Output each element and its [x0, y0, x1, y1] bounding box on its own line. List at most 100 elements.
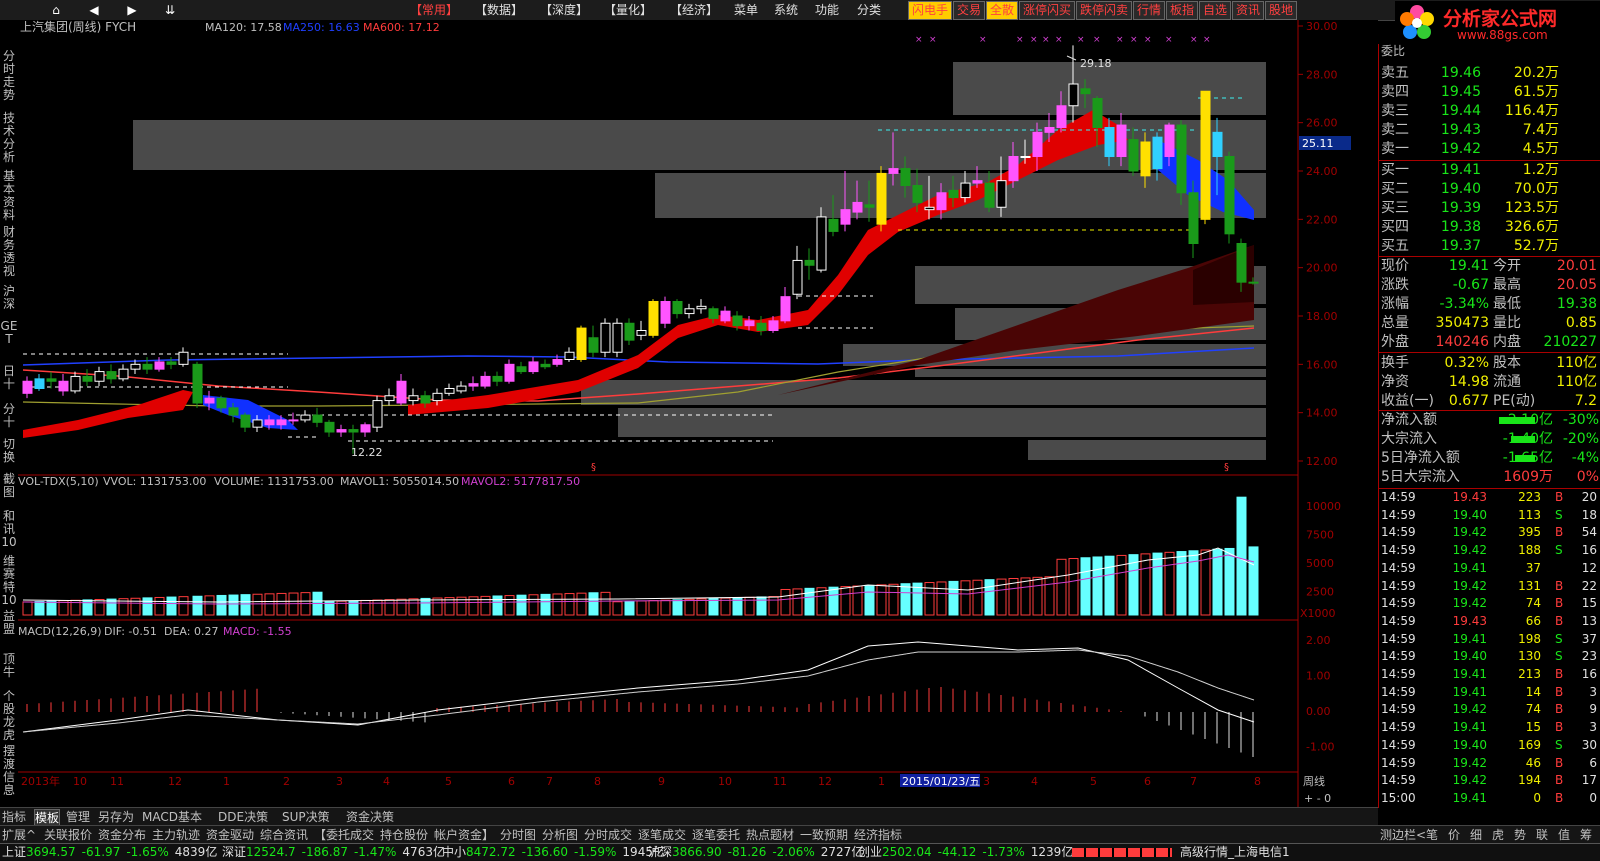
sidebar-item-15[interactable]: 摆渡信息: [0, 745, 18, 797]
right-tab-4[interactable]: 虎: [1492, 827, 1504, 843]
extension-tab-10[interactable]: 分析图: [542, 827, 578, 843]
time-axis-label: 2015/01/23/五: [902, 775, 980, 788]
sidebar-item-3[interactable]: 财务透视: [0, 226, 18, 278]
right-tab-8[interactable]: 筹: [1580, 827, 1592, 843]
quick-button-3[interactable]: 涨停闪买: [1019, 1, 1076, 20]
quick-button-2[interactable]: 全散: [986, 1, 1019, 20]
extension-tab-5[interactable]: 综合资讯: [260, 827, 308, 843]
quick-button-1[interactable]: 交易: [953, 1, 986, 20]
quick-button-9[interactable]: 股地: [1265, 1, 1298, 20]
extension-tab-8[interactable]: 帐户资金】: [434, 827, 494, 843]
extension-tab-0[interactable]: 扩展^: [2, 827, 36, 843]
tick-row: 15:00 19.41 0 B 0: [1379, 790, 1600, 808]
quick-button-5[interactable]: 行情: [1133, 1, 1166, 20]
index-quote-4[interactable]: 创业2502.04 -44.12 -1.73% 1239亿: [858, 844, 1073, 861]
tick-side: S: [1555, 631, 1563, 646]
index-quote-2[interactable]: 中小8472.72 -136.60 -1.59% 1945亿: [442, 844, 665, 861]
index-quote-0[interactable]: 上证3694.57 -61.97 -1.65% 4839亿: [2, 844, 217, 861]
right-tab-3[interactable]: 细: [1470, 827, 1482, 843]
volume-bar: [780, 588, 791, 616]
quick-button-7[interactable]: 自选: [1199, 1, 1232, 20]
indicator-tab-0[interactable]: 指标: [2, 809, 26, 825]
quick-button-6[interactable]: 板指: [1166, 1, 1199, 20]
menu-item-5[interactable]: 菜单: [734, 2, 758, 18]
sidebar-item-5[interactable]: GET: [0, 320, 18, 346]
extension-tab-1[interactable]: 关联报价: [44, 827, 92, 843]
menu-item-7[interactable]: 功能: [815, 2, 839, 18]
stat-label: 今开: [1493, 258, 1521, 274]
back-icon[interactable]: ◀: [82, 2, 106, 18]
indicator-tab-3[interactable]: 另存为: [98, 809, 134, 825]
index-quote-1[interactable]: 深证12524.7 -186.87 -1.47% 4763亿: [222, 844, 445, 861]
sidebar-item-11[interactable]: 维赛特10: [0, 555, 18, 607]
extension-tab-13[interactable]: 逐笔委托: [692, 827, 740, 843]
sidebar-item-10[interactable]: 和讯10: [0, 510, 18, 549]
quick-button-4[interactable]: 跌停闪卖: [1076, 1, 1133, 20]
period-label[interactable]: 周线: [1303, 774, 1325, 788]
sidebar-item-7[interactable]: 分十: [0, 403, 18, 429]
indicator-tab-4[interactable]: MACD基本: [142, 809, 202, 825]
indicator-tab-6[interactable]: SUP决策: [282, 809, 330, 825]
right-tab-6[interactable]: 联: [1536, 827, 1548, 843]
menu-item-0[interactable]: 【常用】: [410, 2, 458, 18]
extension-tab-15[interactable]: 一致预期: [800, 827, 848, 843]
price-axis-label: 16.00: [1306, 358, 1338, 371]
collapse-icon[interactable]: ⇊: [158, 2, 182, 18]
right-tab-0[interactable]: 测边栏<: [1380, 827, 1426, 843]
candle-body: [22, 380, 33, 394]
sidebar-item-13[interactable]: 顶牛: [0, 653, 18, 679]
menu-item-3[interactable]: 【量化】: [604, 2, 652, 18]
indicator-tab-5[interactable]: DDE决策: [218, 809, 268, 825]
sidebar-item-6[interactable]: 日十: [0, 365, 18, 391]
quick-button-8[interactable]: 资讯: [1232, 1, 1265, 20]
tick-row: 14:59 19.42 131 B 22: [1379, 578, 1600, 596]
menu-item-2[interactable]: 【深度】: [540, 2, 588, 18]
tick-count: 23: [1581, 649, 1597, 664]
candle-body: [768, 320, 779, 332]
extension-tab-16[interactable]: 经济指标: [854, 827, 902, 843]
tick-price: 19.41: [1452, 631, 1487, 646]
forward-icon[interactable]: ▶: [120, 2, 144, 18]
sidebar-item-9[interactable]: 截图: [0, 473, 18, 499]
right-tab-2[interactable]: 价: [1448, 827, 1460, 843]
stat-label: 外盘: [1381, 334, 1409, 350]
right-tab-1[interactable]: 笔: [1426, 827, 1438, 843]
menu-item-1[interactable]: 【数据】: [475, 2, 523, 18]
volume-bar: [648, 600, 659, 616]
sidebar-item-14[interactable]: 个股龙虎: [0, 690, 18, 742]
extension-tab-14[interactable]: 热点题材: [746, 827, 794, 843]
sidebar-item-12[interactable]: 益盟: [0, 610, 18, 636]
indicator-tab-2[interactable]: 管理: [66, 809, 90, 825]
extension-tab-7[interactable]: 持仓股份: [380, 827, 428, 843]
menu-item-6[interactable]: 系统: [774, 2, 798, 18]
extension-tab-4[interactable]: 资金驱动: [206, 827, 254, 843]
right-tab-7[interactable]: 值: [1558, 827, 1570, 843]
extension-tab-3[interactable]: 主力轨迹: [152, 827, 200, 843]
sidebar-item-8[interactable]: 切换: [0, 438, 18, 464]
volume-header: VVOL: 1131753.00: [103, 475, 206, 488]
right-tab-5[interactable]: 势: [1514, 827, 1526, 843]
extension-tab-11[interactable]: 分时成交: [584, 827, 632, 843]
zoom-controls[interactable]: + - 0: [1304, 792, 1331, 805]
home-icon[interactable]: ⌂: [44, 2, 68, 18]
tick-price: 19.42: [1452, 702, 1487, 717]
indicator-tab-7[interactable]: 资金决策: [346, 809, 394, 825]
sidebar-item-0[interactable]: 分时走势: [0, 50, 18, 102]
buy-volume: 123.5万: [1504, 200, 1559, 216]
quick-button-0[interactable]: 闪电手: [908, 1, 953, 20]
stat-value: -0.67: [1452, 277, 1489, 293]
extension-tab-6[interactable]: 【委托成交: [314, 827, 374, 843]
kline-chart[interactable]: 上汽集团(周线) FYCH MA120: 17.58 MA250: 16.63 MA6…: [18, 20, 1378, 807]
sidebar-item-2[interactable]: 基本资料: [0, 170, 18, 222]
volume-bar: [540, 593, 551, 616]
extension-tab-9[interactable]: 分时图: [500, 827, 536, 843]
extension-tab-12[interactable]: 逐笔成交: [638, 827, 686, 843]
sidebar-item-1[interactable]: 技术分析: [0, 112, 18, 164]
extension-tab-2[interactable]: 资金分布: [98, 827, 146, 843]
left-sidebar: 分时走势技术分析基本资料财务透视沪深 GET 日十分十切换截图和讯10 维赛特10 益盟…: [0, 20, 19, 808]
macd-header: MACD(12,26,9): [18, 625, 102, 638]
index-quote-3[interactable]: 沪深3866.90 -81.26 -2.06% 2727亿: [648, 844, 863, 861]
sidebar-item-4[interactable]: 沪深: [0, 285, 18, 311]
menu-item-4[interactable]: 【经济】: [670, 2, 718, 18]
menu-item-8[interactable]: 分类: [857, 2, 881, 18]
